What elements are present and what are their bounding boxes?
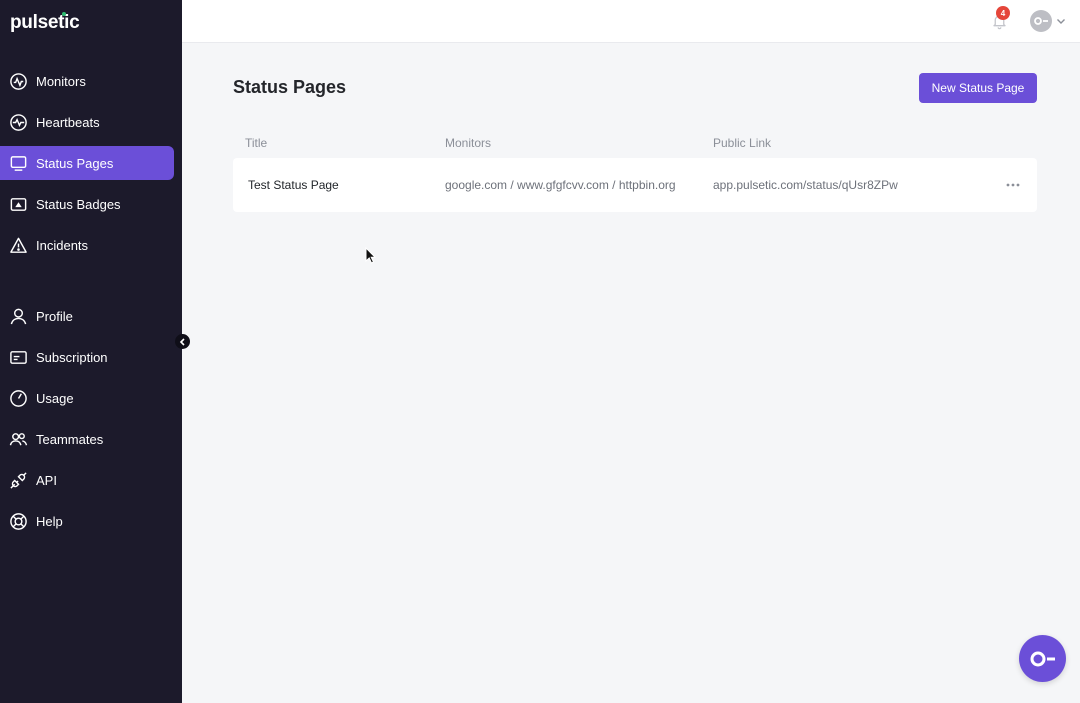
sidebar-item-teammates[interactable]: Teammates	[0, 422, 174, 456]
plug-icon	[9, 471, 28, 490]
badge-icon	[9, 195, 28, 214]
collapse-sidebar-button[interactable]	[175, 334, 190, 349]
sidebar-item-heartbeats[interactable]: Heartbeats	[0, 105, 174, 139]
topbar: 4	[182, 0, 1080, 43]
sidebar-item-label: Incidents	[36, 237, 89, 253]
column-header-title: Title	[245, 136, 268, 150]
sidebar-item-label: Monitors	[36, 73, 86, 89]
logo-dot	[62, 12, 66, 16]
monitor-pulse-icon	[9, 72, 28, 91]
warning-icon	[9, 236, 28, 255]
more-horizontal-icon	[1006, 183, 1020, 187]
heartbeat-icon	[9, 113, 28, 132]
chevron-left-icon	[179, 337, 187, 346]
pulsetic-logo[interactable]: pulsetic	[10, 12, 80, 34]
page-title: Status Pages	[233, 77, 347, 97]
screen-icon	[9, 154, 28, 173]
column-header-monitors: Monitors	[445, 136, 492, 150]
lifebuoy-icon	[9, 512, 28, 531]
card-icon	[9, 348, 28, 367]
sidebar-item-label: Teammates	[36, 431, 104, 447]
sidebar-item-label: API	[36, 472, 57, 488]
user-menu[interactable]	[1030, 8, 1072, 34]
user-icon	[9, 307, 28, 326]
sidebar-item-help[interactable]: Help	[0, 504, 174, 538]
avatar	[1030, 10, 1052, 32]
sidebar-item-incidents[interactable]: Incidents	[0, 228, 174, 262]
sidebar-item-label: Usage	[36, 390, 74, 406]
sidebar-item-subscription[interactable]: Subscription	[0, 340, 174, 374]
sidebar-item-label: Help	[36, 513, 63, 529]
sidebar-item-usage[interactable]: Usage	[0, 381, 174, 415]
column-header-public-link: Public Link	[713, 136, 772, 150]
status-page-monitors: google.com / www.gfgfcvv.com / httpbin.o…	[445, 178, 676, 192]
sidebar-item-monitors[interactable]: Monitors	[0, 64, 174, 98]
sidebar-item-status-badges[interactable]: Status Badges	[0, 187, 174, 221]
chat-support-button[interactable]	[1019, 635, 1066, 682]
sidebar-item-api[interactable]: API	[0, 463, 174, 497]
sidebar-item-label: Status Pages	[36, 155, 114, 171]
gauge-icon	[9, 389, 28, 408]
mouse-cursor-icon	[365, 246, 377, 265]
chat-logo-icon	[1029, 649, 1057, 669]
sidebar-item-label: Subscription	[36, 349, 108, 365]
sidebar-item-label: Status Badges	[36, 196, 121, 212]
status-page-title[interactable]: Test Status Page	[248, 178, 339, 192]
new-status-page-button[interactable]: New Status Page	[919, 73, 1037, 103]
status-page-public-link[interactable]: app.pulsetic.com/status/qUsr8ZPw	[713, 178, 898, 192]
table-row[interactable]: Test Status Page google.com / www.gfgfcv…	[233, 158, 1037, 212]
team-icon	[9, 430, 28, 449]
sidebar-item-label: Heartbeats	[36, 114, 100, 130]
sidebar-item-label: Profile	[36, 308, 73, 324]
sidebar-item-profile[interactable]: Profile	[0, 299, 174, 333]
sidebar: pulsetic Monitors Heartbeats Status Page…	[0, 0, 182, 703]
chevron-down-icon	[1056, 16, 1066, 26]
row-actions-button[interactable]	[1001, 175, 1025, 195]
sidebar-item-status-pages[interactable]: Status Pages	[0, 146, 174, 180]
notification-count-badge: 4	[996, 6, 1010, 20]
